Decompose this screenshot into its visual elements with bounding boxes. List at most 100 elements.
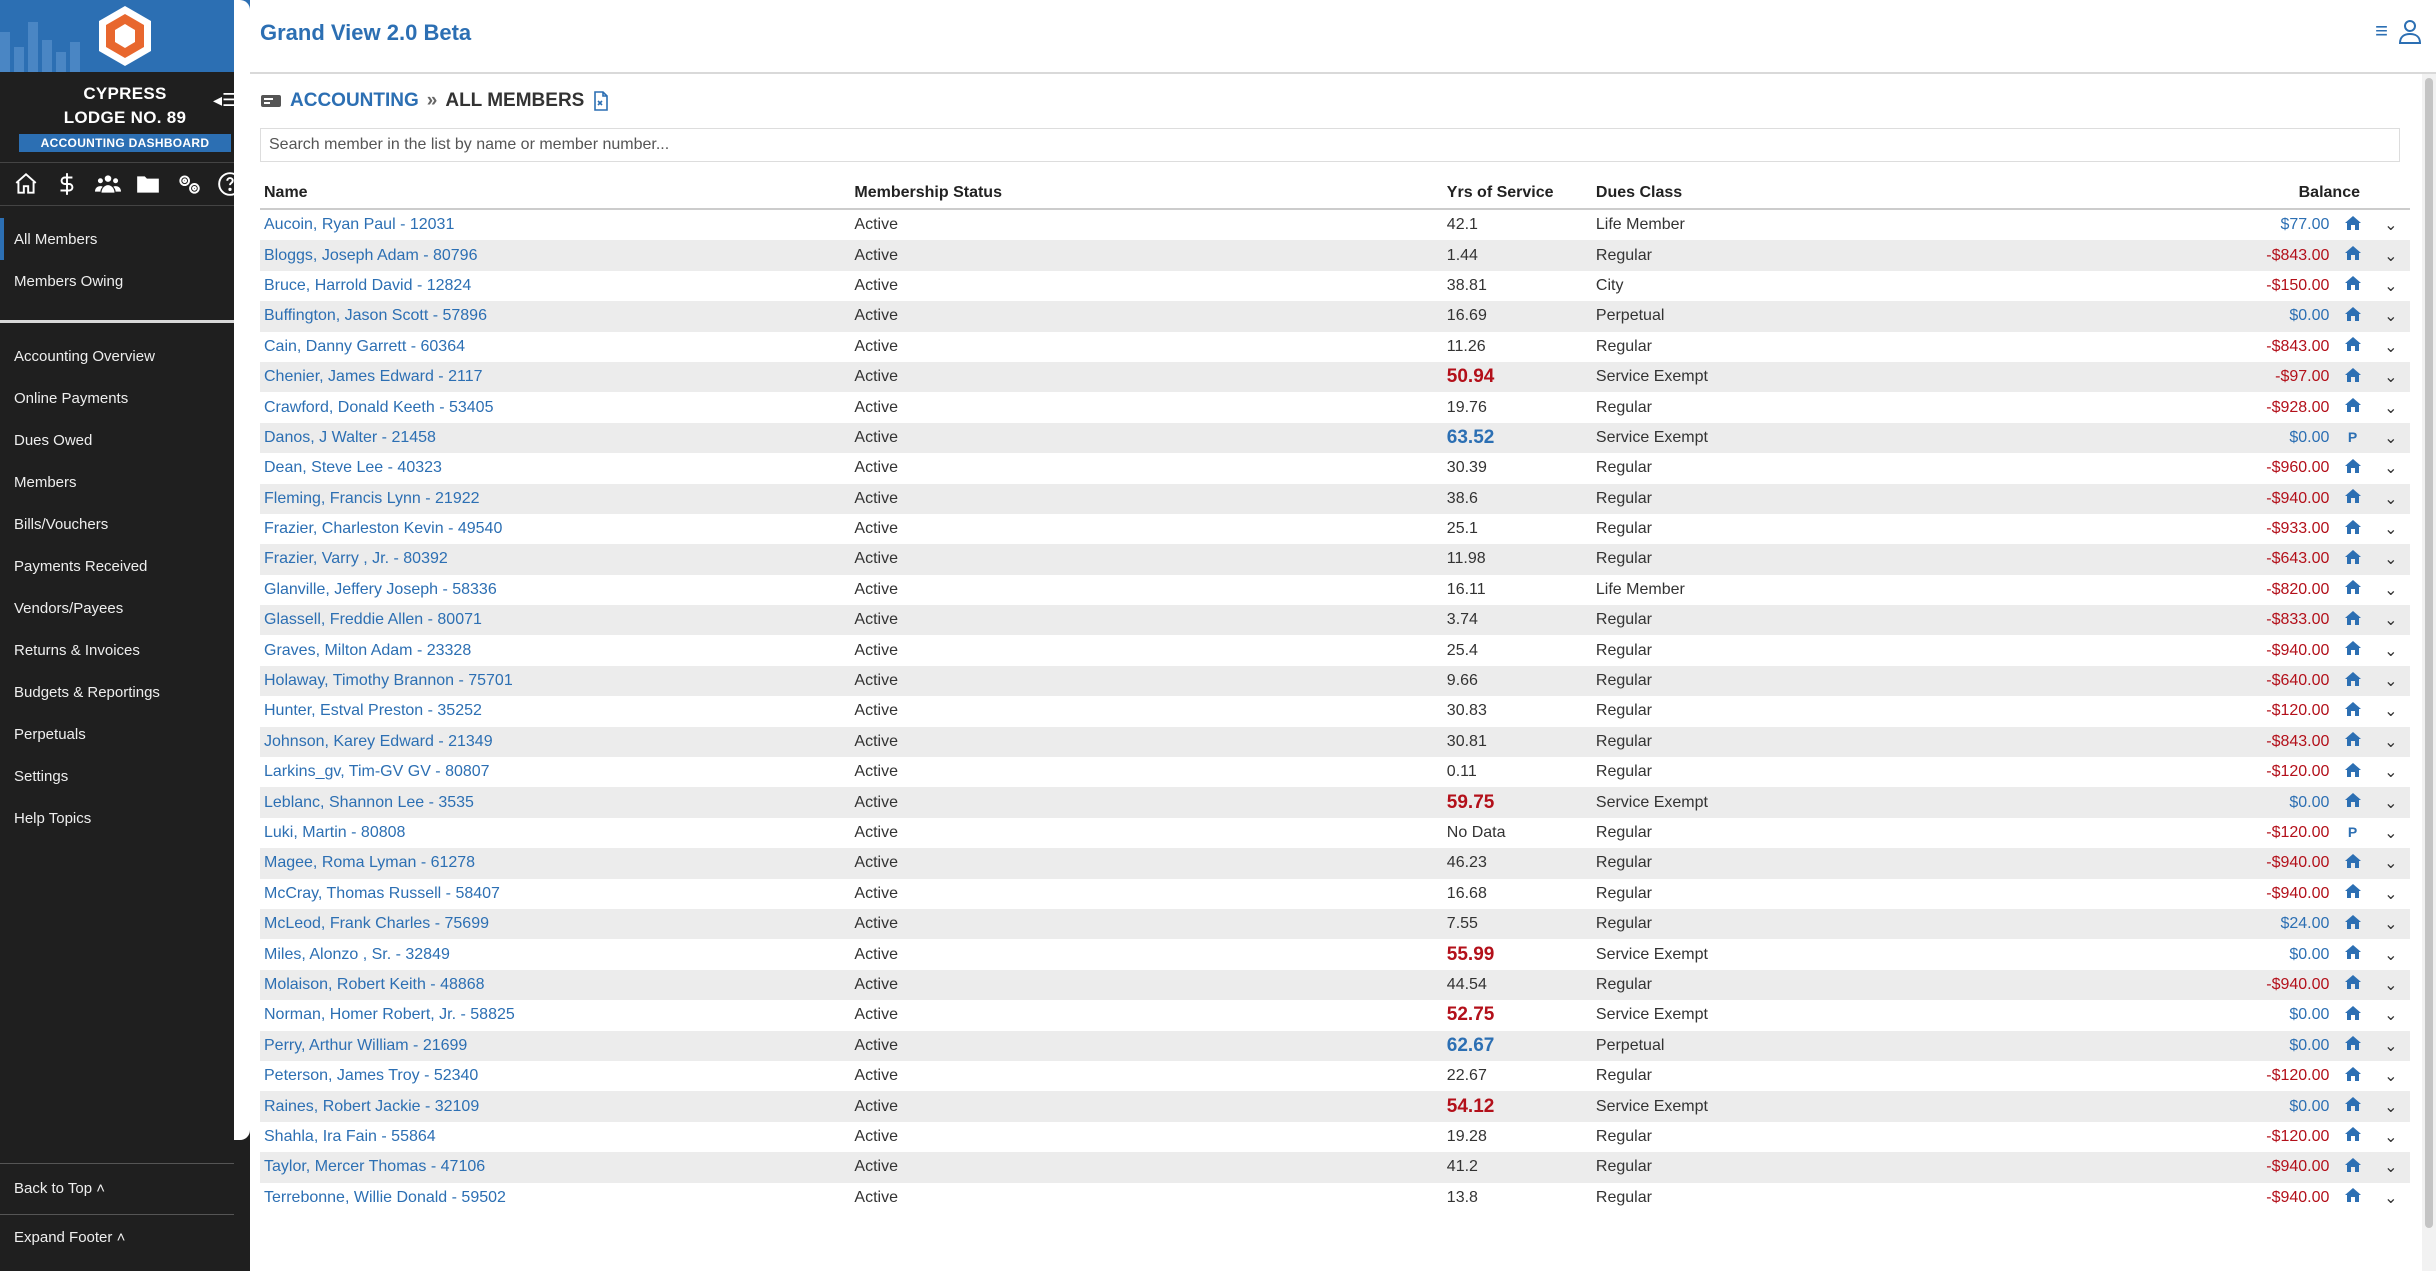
member-name-link[interactable]: Luki, Martin - 80808 bbox=[260, 818, 850, 848]
export-document-icon[interactable] bbox=[592, 91, 610, 111]
settings-icon[interactable] bbox=[169, 164, 210, 204]
balance-amount[interactable]: -$940.00 bbox=[2224, 483, 2334, 514]
table-row[interactable]: Shahla, Ira Fain - 55864 Active 19.28 Regul… bbox=[260, 1122, 2410, 1152]
balance-amount[interactable]: -$120.00 bbox=[2225, 1122, 2334, 1152]
home-address-icon[interactable] bbox=[2344, 793, 2362, 812]
member-name-link[interactable]: Danos, J Walter - 21458 bbox=[260, 422, 851, 454]
user-icon[interactable] bbox=[2398, 18, 2422, 44]
sidebar-item-returns-invoices[interactable]: Returns & Invoices› bbox=[0, 629, 250, 671]
home-icon[interactable] bbox=[6, 164, 47, 204]
member-name-link[interactable]: Glanville, Jeffery Joseph - 58336 bbox=[260, 575, 850, 605]
balance-amount[interactable]: $0.00 bbox=[2224, 301, 2334, 332]
table-row[interactable]: Luki, Martin - 80808 Active No Data Regular… bbox=[260, 818, 2410, 848]
member-name-link[interactable]: Chenier, James Edward - 2117 bbox=[260, 361, 851, 393]
app-title[interactable]: Grand View 2.0 Beta bbox=[260, 20, 471, 46]
member-name-link[interactable]: Fleming, Francis Lynn - 21922 bbox=[260, 483, 851, 514]
balance-amount[interactable]: $0.00 bbox=[2224, 1030, 2334, 1061]
table-row[interactable]: Norman, Homer Robert, Jr. - 58825 Active 5… bbox=[260, 1000, 2410, 1030]
balance-amount[interactable]: -$933.00 bbox=[2225, 514, 2334, 544]
table-row[interactable]: Leblanc, Shannon Lee - 3535 Active 59.75 Se… bbox=[260, 787, 2410, 818]
scrollbar-thumb[interactable] bbox=[2425, 78, 2433, 1228]
table-row[interactable]: Glassell, Freddie Allen - 80071 Active 3.7… bbox=[260, 605, 2410, 636]
table-row[interactable]: Hunter, Estval Preston - 35252 Active 30.8… bbox=[260, 696, 2410, 726]
home-address-icon[interactable] bbox=[2344, 549, 2362, 569]
column-header-name[interactable]: Name bbox=[260, 178, 851, 210]
expand-row-chevron-icon[interactable]: ⌄ bbox=[2372, 1122, 2410, 1152]
table-row[interactable]: Taylor, Mercer Thomas - 47106 Active 41.2 R… bbox=[260, 1152, 2410, 1183]
expand-row-chevron-icon[interactable]: ⌄ bbox=[2371, 1091, 2410, 1122]
table-row[interactable]: Fleming, Francis Lynn - 21922 Active 38.6 R… bbox=[260, 483, 2410, 514]
member-name-link[interactable]: Terrebonne, Willie Donald - 59502 bbox=[260, 1183, 850, 1213]
table-row[interactable]: Danos, J Walter - 21458 Active 63.52 Servic… bbox=[260, 422, 2410, 454]
sidebar-item-all-members[interactable]: All Members › bbox=[0, 218, 250, 260]
balance-amount[interactable]: -$820.00 bbox=[2225, 575, 2334, 605]
member-name-link[interactable]: Holaway, Timothy Brannon - 75701 bbox=[260, 665, 851, 697]
member-search-input[interactable] bbox=[260, 128, 2400, 162]
table-row[interactable]: Johnson, Karey Edward - 21349 Active 30.81… bbox=[260, 726, 2410, 758]
column-header-status[interactable]: Membership Status bbox=[850, 178, 1443, 210]
expand-row-chevron-icon[interactable]: ⌄ bbox=[2372, 939, 2410, 969]
table-row[interactable]: Aucoin, Ryan Paul - 12031 Active 42.1 Life … bbox=[260, 209, 2410, 240]
expand-row-chevron-icon[interactable]: ⌄ bbox=[2371, 848, 2410, 879]
expand-row-chevron-icon[interactable]: ⌄ bbox=[2371, 483, 2410, 514]
table-row[interactable]: Molaison, Robert Keith - 48868 Active 44.5… bbox=[260, 969, 2410, 1001]
home-address-icon[interactable] bbox=[2344, 1188, 2362, 1207]
balance-amount[interactable]: -$150.00 bbox=[2225, 271, 2334, 301]
balance-amount[interactable]: -$940.00 bbox=[2224, 1152, 2334, 1183]
home-address-icon[interactable] bbox=[2344, 1097, 2362, 1116]
member-name-link[interactable]: McLeod, Frank Charles - 75699 bbox=[260, 908, 851, 940]
column-header-yrs[interactable]: Yrs of Service bbox=[1442, 178, 1592, 210]
sidebar-item-perpetuals[interactable]: Perpetuals› bbox=[0, 713, 250, 755]
balance-amount[interactable]: $0.00 bbox=[2224, 1091, 2334, 1122]
home-address-icon[interactable] bbox=[2344, 276, 2362, 295]
balance-amount[interactable]: $77.00 bbox=[2225, 209, 2334, 240]
balance-amount[interactable]: -$843.00 bbox=[2224, 240, 2334, 271]
balance-amount[interactable]: $0.00 bbox=[2224, 787, 2334, 818]
table-row[interactable]: Miles, Alonzo , Sr. - 32849 Active 55.99 Se… bbox=[260, 939, 2410, 969]
home-address-icon[interactable] bbox=[2344, 701, 2362, 721]
table-row[interactable]: Holaway, Timothy Brannon - 75701 Active 9.… bbox=[260, 665, 2410, 697]
expand-row-chevron-icon[interactable]: ⌄ bbox=[2371, 969, 2410, 1001]
expand-row-chevron-icon[interactable]: ⌄ bbox=[2372, 696, 2410, 726]
member-name-link[interactable]: Glassell, Freddie Allen - 80071 bbox=[260, 605, 851, 636]
expand-row-chevron-icon[interactable]: ⌄ bbox=[2372, 635, 2410, 665]
balance-amount[interactable]: -$120.00 bbox=[2225, 1061, 2334, 1091]
member-name-link[interactable]: Graves, Milton Adam - 23328 bbox=[260, 635, 850, 665]
expand-footer-link[interactable]: Expand Footer ˄ bbox=[0, 1215, 234, 1271]
member-name-link[interactable]: Leblanc, Shannon Lee - 3535 bbox=[260, 787, 851, 818]
table-row[interactable]: Peterson, James Troy - 52340 Active 22.67 R… bbox=[260, 1061, 2410, 1091]
expand-row-chevron-icon[interactable]: ⌄ bbox=[2371, 726, 2410, 758]
sidebar-item-online-payments[interactable]: Online Payments› bbox=[0, 377, 250, 419]
sidebar-scroll-track[interactable] bbox=[234, 0, 250, 1140]
home-address-icon[interactable] bbox=[2344, 1036, 2362, 1055]
member-name-link[interactable]: Hunter, Estval Preston - 35252 bbox=[260, 696, 850, 726]
home-address-icon[interactable] bbox=[2344, 489, 2362, 508]
table-row[interactable]: Dean, Steve Lee - 40323 Active 30.39 Regula… bbox=[260, 453, 2410, 483]
member-name-link[interactable]: Bloggs, Joseph Adam - 80796 bbox=[260, 240, 851, 271]
balance-amount[interactable]: -$833.00 bbox=[2224, 605, 2334, 636]
sidebar-item-dues-owed[interactable]: Dues Owed› bbox=[0, 419, 250, 461]
expand-row-chevron-icon[interactable]: ⌄ bbox=[2372, 575, 2410, 605]
member-name-link[interactable]: Cain, Danny Garrett - 60364 bbox=[260, 332, 850, 362]
table-row[interactable]: McLeod, Frank Charles - 75699 Active 7.55 R… bbox=[260, 908, 2410, 940]
expand-row-chevron-icon[interactable]: ⌄ bbox=[2372, 332, 2410, 362]
member-name-link[interactable]: Shahla, Ira Fain - 55864 bbox=[260, 1122, 850, 1152]
home-address-icon[interactable] bbox=[2344, 762, 2362, 782]
member-name-link[interactable]: Buffington, Jason Scott - 57896 bbox=[260, 301, 851, 332]
home-address-icon[interactable] bbox=[2344, 519, 2362, 539]
menu-icon[interactable]: ≡ bbox=[2375, 18, 2388, 44]
member-name-link[interactable]: Larkins_gv, Tim-GV GV - 80807 bbox=[260, 757, 850, 787]
home-address-icon[interactable] bbox=[2344, 367, 2362, 387]
home-address-icon[interactable] bbox=[2344, 337, 2362, 356]
balance-amount[interactable]: -$640.00 bbox=[2224, 665, 2334, 697]
expand-row-chevron-icon[interactable]: ⌄ bbox=[2372, 757, 2410, 787]
column-header-balance[interactable]: Balance bbox=[2224, 178, 2410, 210]
expand-row-chevron-icon[interactable]: ⌄ bbox=[2371, 908, 2410, 940]
expand-row-chevron-icon[interactable]: ⌄ bbox=[2372, 879, 2410, 909]
table-row[interactable]: Buffington, Jason Scott - 57896 Active 16.… bbox=[260, 301, 2410, 332]
perpetual-flag[interactable]: P bbox=[2348, 429, 2357, 445]
sidebar-item-accounting-overview[interactable]: Accounting Overview› bbox=[0, 335, 250, 377]
balance-amount[interactable]: -$940.00 bbox=[2225, 635, 2334, 665]
expand-row-chevron-icon[interactable]: ⌄ bbox=[2372, 453, 2410, 483]
perpetual-flag[interactable]: P bbox=[2348, 824, 2357, 840]
